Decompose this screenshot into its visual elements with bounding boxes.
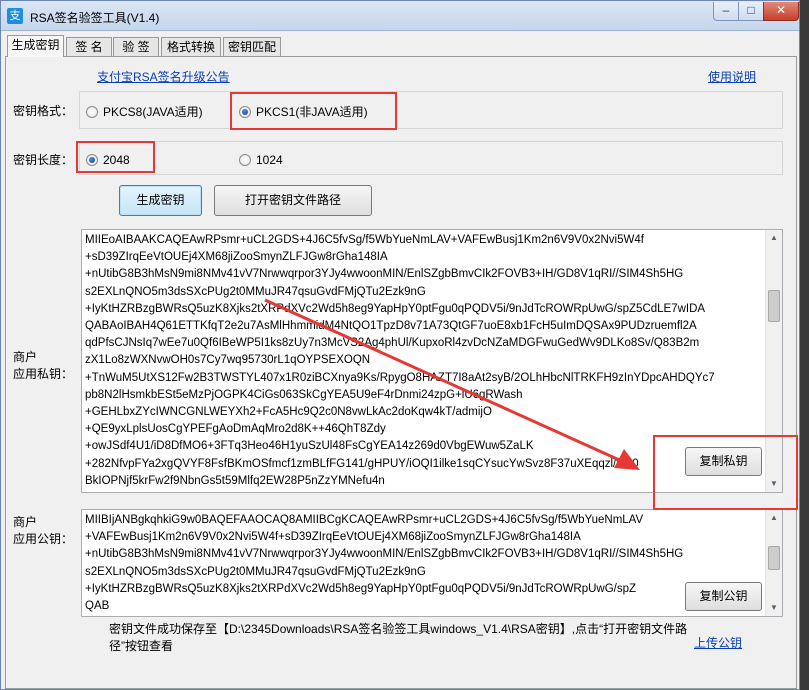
private-key-text: MIIEoAIBAAKCAQEAwRPsmr+uCL2GDS+4J6C5fvSg…: [85, 232, 762, 490]
key-text-line: +TnWuM5UtXS12Fw2B3TWSTYL407x1R0ziBCXnya9…: [85, 371, 715, 384]
key-text-line: +sD39ZIrqEeVtOUEj4XM68jiZooSmynZLFJGw8rG…: [85, 251, 388, 264]
key-text-line: +282NfvpFYa2xgQVYF8FsfBKmOSfmcf1zmBLfFG1…: [85, 457, 639, 470]
scroll-down-icon[interactable]: ▼: [766, 600, 782, 616]
radio-1024[interactable]: 1024: [239, 153, 283, 167]
private-key-textarea[interactable]: MIIEoAIBAAKCAQEAwRPsmr+uCL2GDS+4J6C5fvSg…: [81, 229, 783, 493]
tab-key-match[interactable]: 密钥匹配: [223, 37, 281, 56]
tab-verify[interactable]: 验 签: [113, 37, 159, 56]
public-key-textarea[interactable]: MIIBIjANBgkqhkiG9w0BAQEFAAOCAQ8AMIIBCgKC…: [81, 509, 783, 617]
key-text-line: +owJSdf4U1/iD8DfMO6+3FTq3Heo46H1yuSzUl48…: [85, 440, 534, 453]
key-text-line: MIIBIjANBgkqhkiG9w0BAQEFAAOCAQ8AMIIBCgKC…: [85, 514, 644, 526]
key-text-line: +VAFEwBusj1Km2n6V9V0x2Nvi5W4f+sD39ZIrqEe…: [85, 531, 581, 544]
scroll-up-icon[interactable]: ▲: [766, 510, 782, 526]
app-window: 支 RSA签名验签工具(V1.4) – □ ✕ 生成密钥 签 名 验 签 格式转…: [0, 0, 800, 690]
scroll-up-icon[interactable]: ▲: [766, 230, 782, 246]
alipay-logo-icon: 支: [7, 8, 23, 24]
manual-link[interactable]: 使用说明: [708, 68, 756, 85]
open-key-path-button[interactable]: 打开密钥文件路径: [214, 185, 372, 216]
private-key-label: 商户 应用私钥：: [13, 349, 73, 383]
tab-format-convert[interactable]: 格式转换: [161, 37, 221, 56]
private-key-label-line1: 商户: [13, 350, 38, 364]
radio-2048[interactable]: 2048: [86, 153, 130, 167]
radio-pkcs8-label: PKCS8(JAVA适用): [103, 105, 203, 119]
close-button[interactable]: ✕: [763, 2, 799, 21]
key-text-line: BkIOPNjf5krFw2f9NbnGs5t59Mlfq2EW28P5nZzY…: [85, 474, 385, 487]
key-text-line: s2EXLnQNO5m3dsSXcPUg2t0MMuJR47qsuGvdFMjQ…: [85, 565, 426, 578]
key-length-label: 密钥长度：: [13, 153, 74, 167]
copy-private-key-button[interactable]: 复制私钥: [685, 447, 762, 476]
private-key-scrollbar[interactable]: ▲ ▼: [765, 230, 782, 492]
scroll-thumb[interactable]: [768, 290, 780, 322]
key-text-line: +IyKtHZRBzgBWRsQ5uzK8Xjks2tXRPdXVc2Wd5h8…: [85, 582, 637, 595]
radio-pkcs1-label: PKCS1(非JAVA适用): [256, 105, 368, 119]
public-key-label-line2: 应用公钥：: [13, 532, 74, 546]
key-text-line: +IyKtHZRBzgBWRsQ5uzK8Xjks2tXRPdXVc2Wd5h8…: [85, 302, 706, 315]
radio-1024-indicator: [239, 154, 251, 166]
key-text-line: s2EXLnQNO5m3dsSXcPUg2t0MMuJR47qsuGvdFMjQ…: [85, 285, 426, 298]
key-text-line: MIIEoAIBAAKCAQEAwRPsmr+uCL2GDS+4J6C5fvSg…: [85, 234, 644, 246]
scroll-down-icon[interactable]: ▼: [766, 476, 782, 492]
key-text-line: pb8N2lHsmkbESt5eMzPjOGPK4CiGs063SkCgYEA5…: [85, 388, 523, 401]
announcement-link[interactable]: 支付宝RSA签名升级公告: [97, 68, 230, 85]
radio-2048-indicator: [86, 154, 98, 166]
public-key-scrollbar[interactable]: ▲ ▼: [765, 510, 782, 616]
radio-pkcs1[interactable]: PKCS1(非JAVA适用): [239, 103, 368, 120]
radio-pkcs8-indicator: [86, 105, 98, 118]
window-title: RSA签名验签工具(V1.4): [30, 11, 160, 25]
status-message: 密钥文件成功保存至【D:\2345Downloads\RSA签名验签工具wind…: [109, 622, 688, 653]
maximize-button[interactable]: □: [738, 2, 764, 21]
radio-pkcs1-indicator: [239, 105, 251, 118]
key-text-line: QAB: [85, 600, 110, 613]
upload-public-key-link[interactable]: 上传公钥: [694, 634, 742, 651]
public-key-label: 商户 应用公钥：: [13, 514, 73, 548]
key-text-line: +nUtibG8B3hMsN9mi8NMv41vV7Nrwwqrpor3YJy4…: [85, 268, 684, 281]
title-bar[interactable]: 支 RSA签名验签工具(V1.4) – □ ✕: [1, 1, 799, 31]
tab-generate-key[interactable]: 生成密钥: [7, 35, 64, 57]
radio-pkcs8[interactable]: PKCS8(JAVA适用): [86, 103, 203, 120]
key-text-line: +QE9yxLplsUosCgYPEFgAoDmAqMro2d8K++46QhT…: [85, 423, 386, 436]
key-text-line: +GEHLbxZYcIWNCGNLWEYXh2+FcA5Hc9Q2c0N8vwL…: [85, 406, 492, 419]
public-key-label-line1: 商户: [13, 515, 38, 529]
minimize-button[interactable]: –: [713, 2, 739, 21]
key-text-line: QABAoIBAH4Q61ETTKfqT2e2u7AsMlHhmmidM4NtQ…: [85, 320, 697, 333]
radio-1024-label: 1024: [256, 153, 283, 167]
key-text-line: +nUtibG8B3hMsN9mi8NMv41vV7Nrwwqrpor3YJy4…: [85, 548, 684, 561]
scroll-thumb[interactable]: [768, 546, 780, 570]
copy-public-key-button[interactable]: 复制公钥: [685, 582, 762, 611]
key-length-group: [79, 141, 783, 175]
key-text-line: zX1Lo8zWXNvwOH0s7Cy7wq95730rL1qOYPSEXOQN: [85, 354, 371, 367]
key-format-label: 密钥格式：: [13, 104, 74, 118]
private-key-label-line2: 应用私钥：: [13, 367, 74, 381]
key-text-line: qdPfsCJNsIq7wEe7u0Qf6IBeWP5I1ks8zUy7n3Mc…: [85, 337, 700, 350]
public-key-text: MIIBIjANBgkqhkiG9w0BAQEFAAOCAQ8AMIIBCgKC…: [85, 512, 762, 615]
radio-2048-label: 2048: [103, 153, 130, 167]
tab-sign[interactable]: 签 名: [66, 37, 112, 56]
generate-key-button[interactable]: 生成密钥: [119, 185, 202, 216]
